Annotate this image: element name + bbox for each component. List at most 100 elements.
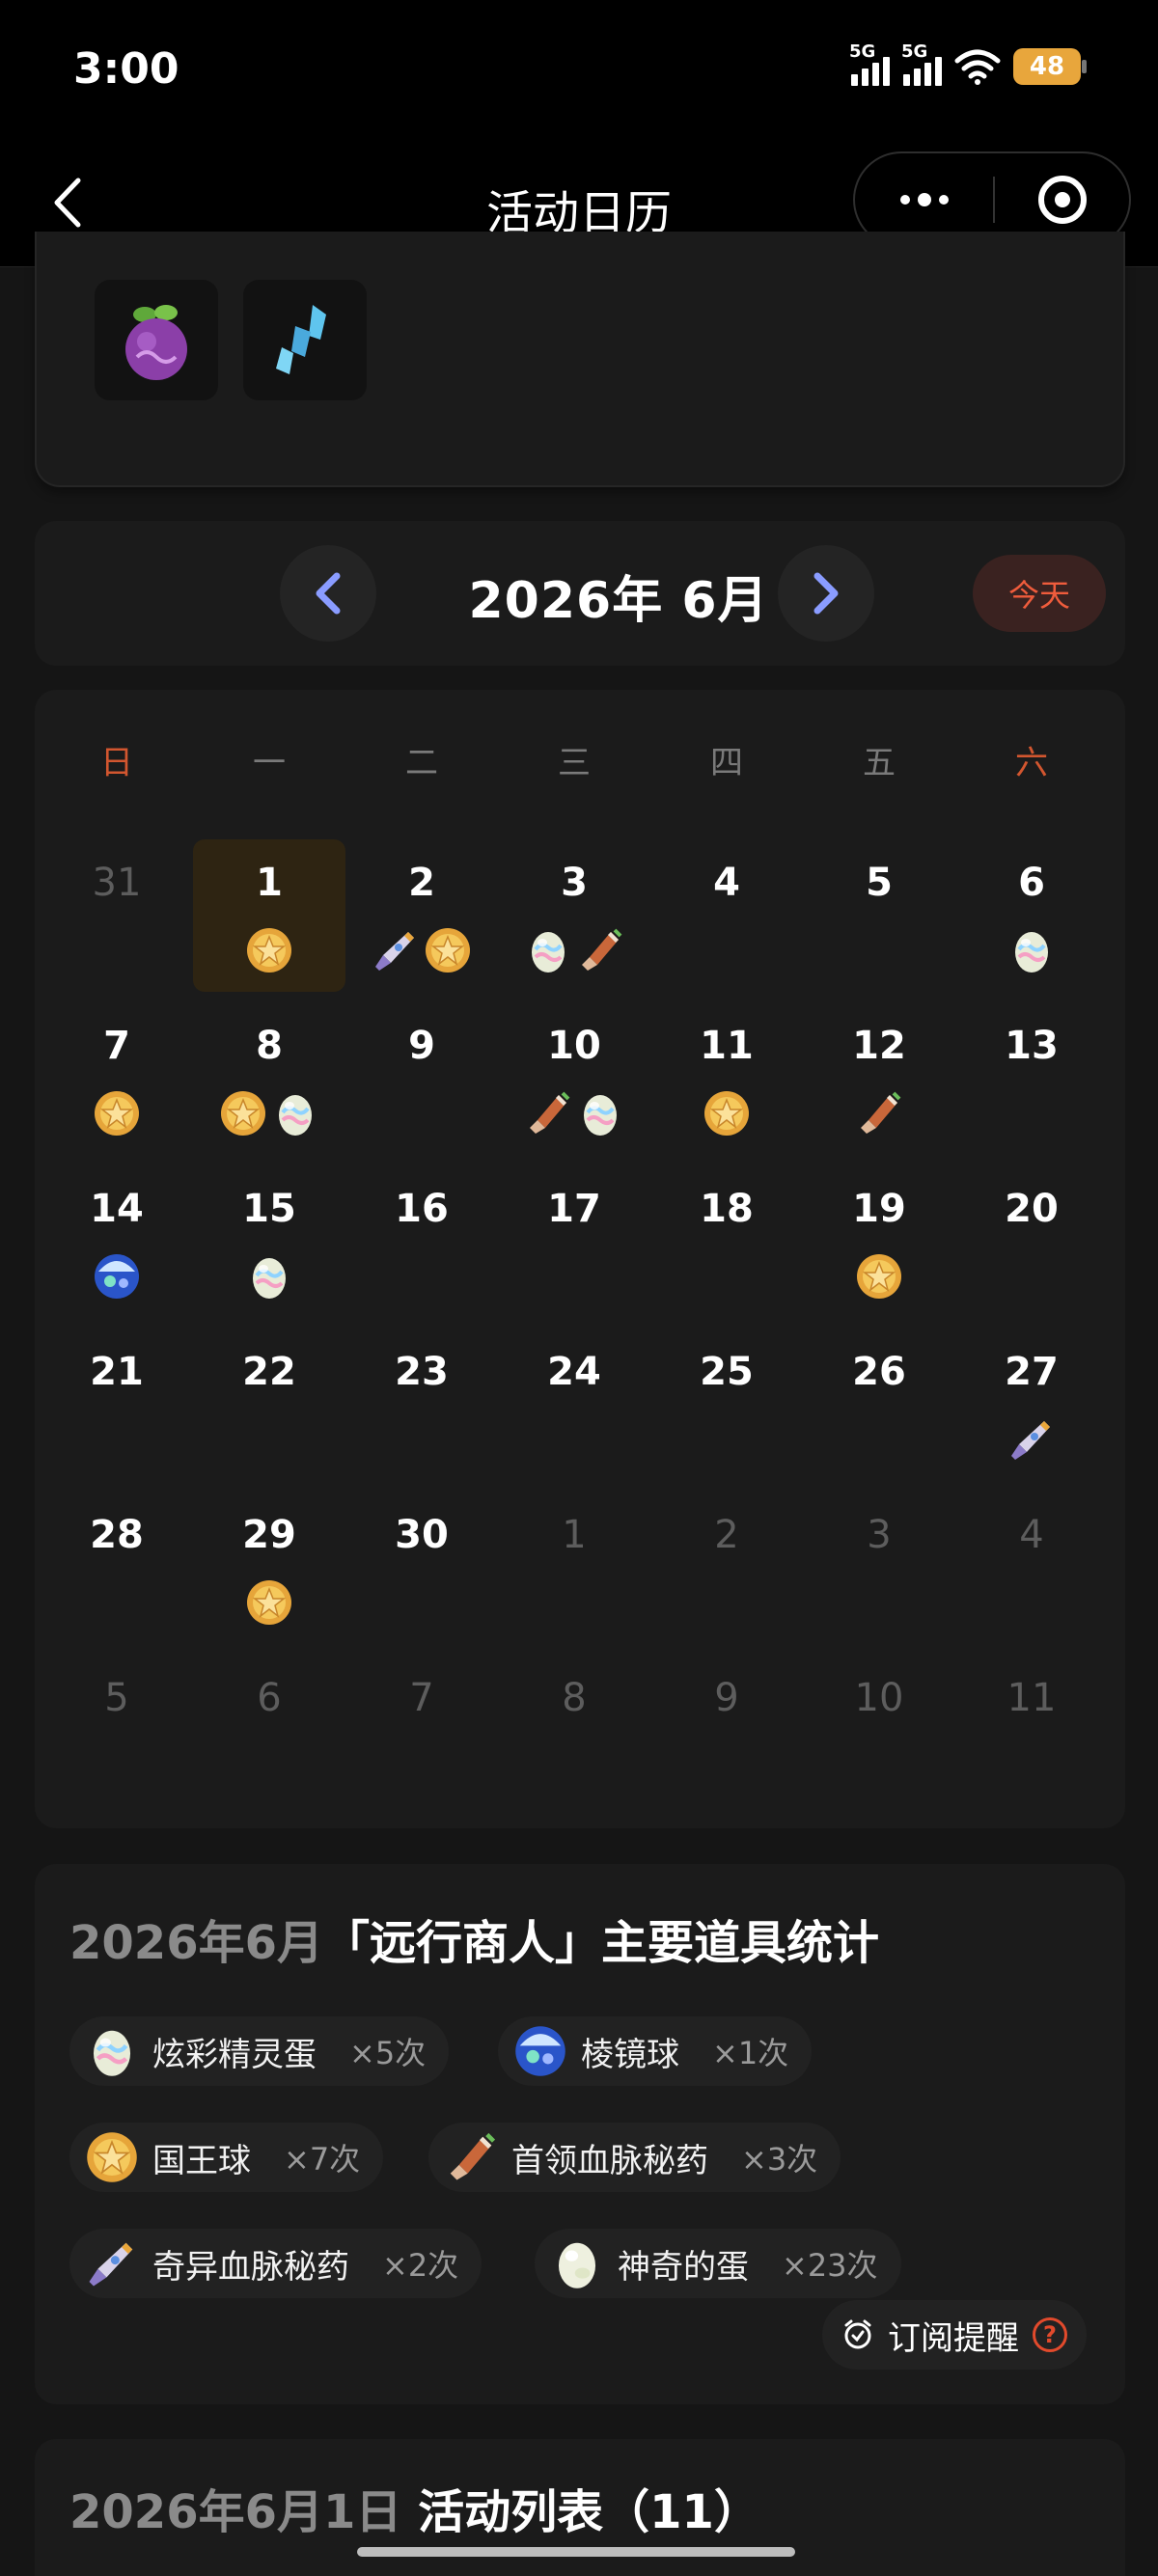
next-month-button[interactable] [778, 545, 874, 642]
item-name: 神奇的蛋 [618, 2247, 749, 2287]
calendar-day[interactable]: 5 [803, 839, 955, 992]
day-event-icons [498, 1089, 650, 1137]
potion-icon [582, 928, 622, 971]
subscribe-reminder-button[interactable]: 订阅提醒 ? [822, 2300, 1087, 2370]
calendar-day[interactable]: 20 [955, 1165, 1108, 1318]
stats-title-text: 「远行商人」主要道具统计 [323, 1916, 880, 1970]
calendar-day[interactable]: 26 [803, 1329, 955, 1481]
item-stat-chip[interactable]: 奇异血脉秘药 ×2次 [69, 2229, 482, 2298]
calendar-day-today[interactable]: 1 [193, 839, 345, 992]
calendar-day[interactable]: 7 [345, 1655, 498, 1807]
item-count: ×7次 [284, 2141, 361, 2178]
calendar-day[interactable]: 12 [803, 1002, 955, 1155]
today-button[interactable]: 今天 [973, 555, 1106, 632]
calendar-day[interactable]: 31 [41, 839, 193, 992]
home-indicator[interactable] [357, 2547, 795, 2557]
day-number: 18 [700, 1187, 754, 1231]
prev-month-button[interactable] [280, 545, 376, 642]
status-bar: 3:00 5G 5G 48 [0, 0, 1158, 140]
calendar-day[interactable]: 15 [193, 1165, 345, 1318]
gold-icon [95, 1091, 139, 1136]
day-number: 23 [395, 1350, 449, 1394]
calendar-day[interactable]: 7 [41, 1002, 193, 1155]
item-count: ×2次 [382, 2247, 459, 2284]
calendar-day[interactable]: 18 [650, 1165, 803, 1318]
chevron-right-icon [813, 572, 839, 615]
calendar-day[interactable]: 6 [193, 1655, 345, 1807]
calendar-day[interactable]: 14 [41, 1165, 193, 1318]
calendar-day[interactable]: 2 [345, 839, 498, 992]
item-stat-chip[interactable]: 首领血脉秘药 ×3次 [428, 2123, 841, 2192]
network-type-label: 5G [849, 41, 876, 62]
calendar-day[interactable]: 3 [803, 1492, 955, 1644]
day-number: 8 [256, 1024, 283, 1068]
day-number: 10 [854, 1676, 904, 1720]
item-stat-chip[interactable]: 神奇的蛋 ×23次 [535, 2229, 901, 2298]
calendar-day[interactable]: 6 [955, 839, 1108, 992]
calendar-day[interactable]: 24 [498, 1329, 650, 1481]
day-number: 3 [561, 861, 588, 905]
calendar-day[interactable]: 27 [955, 1329, 1108, 1481]
calendar-day[interactable]: 23 [345, 1329, 498, 1481]
help-icon[interactable]: ? [1033, 2317, 1067, 2352]
fruit-icon [125, 304, 187, 380]
calendar-day[interactable]: 28 [41, 1492, 193, 1644]
calendar-day[interactable]: 17 [498, 1165, 650, 1318]
calendar-day[interactable]: 16 [345, 1165, 498, 1318]
day-number: 24 [547, 1350, 601, 1394]
calendar-day[interactable]: 11 [955, 1655, 1108, 1807]
calendar-day[interactable]: 2 [650, 1492, 803, 1644]
status-indicators: 5G 5G 48 [849, 41, 1087, 91]
day-number: 19 [852, 1187, 906, 1231]
merchant-item-stats-card: 2026年6月「远行商人」主要道具统计 炫彩精灵蛋 ×5次 棱镜球 ×1次 国王球 ×7次… [35, 1864, 1125, 2404]
item-stat-chip[interactable]: 炫彩精灵蛋 ×5次 [69, 2016, 450, 2086]
day-number: 3 [867, 1513, 892, 1557]
calendar-day[interactable]: 22 [193, 1329, 345, 1481]
item-count: ×5次 [349, 2035, 427, 2071]
day-event-icons [955, 926, 1108, 974]
item-name: 国王球 [152, 2141, 251, 2180]
item-tile[interactable] [243, 280, 367, 400]
day-number: 5 [866, 861, 893, 905]
calendar-day[interactable]: 19 [803, 1165, 955, 1318]
item-stat-chip[interactable]: 棱镜球 ×1次 [498, 2016, 813, 2086]
calendar-day[interactable]: 4 [650, 839, 803, 992]
network-type-label-2: 5G [901, 41, 928, 62]
weekday-header: 一 [253, 744, 286, 782]
calendar-day[interactable]: 3 [498, 839, 650, 992]
day-number: 29 [242, 1513, 296, 1557]
item-tile[interactable] [95, 280, 218, 400]
calendar-day[interactable]: 5 [41, 1655, 193, 1807]
calendar-day[interactable]: 30 [345, 1492, 498, 1644]
calendar-day[interactable]: 21 [41, 1329, 193, 1481]
current-month-label: 2026年 6月 [468, 572, 769, 630]
day-number: 7 [103, 1024, 130, 1068]
item-stat-chip[interactable]: 国王球 ×7次 [69, 2123, 384, 2192]
calendar-day[interactable]: 8 [498, 1655, 650, 1807]
day-event-icons [193, 926, 345, 974]
calendar-day[interactable]: 8 [193, 1002, 345, 1155]
calendar-day[interactable]: 13 [955, 1002, 1108, 1155]
day-number: 9 [408, 1024, 435, 1068]
calendar-day[interactable]: 25 [650, 1329, 803, 1481]
calendar-day[interactable]: 9 [345, 1002, 498, 1155]
day-event-icons [41, 1089, 193, 1137]
day-number: 10 [547, 1024, 601, 1068]
calendar-day[interactable]: 10 [498, 1002, 650, 1155]
item-name: 棱镜球 [581, 2035, 679, 2074]
day-number: 25 [700, 1350, 754, 1394]
item-count: ×3次 [741, 2141, 818, 2178]
status-time: 3:00 [73, 44, 179, 94]
weekday-header: 五 [863, 744, 896, 782]
calendar-day[interactable]: 9 [650, 1655, 803, 1807]
calendar-day[interactable]: 11 [650, 1002, 803, 1155]
calendar-day[interactable]: 29 [193, 1492, 345, 1644]
day-number: 6 [1018, 861, 1045, 905]
target-icon [1037, 176, 1087, 224]
calendar-day[interactable]: 1 [498, 1492, 650, 1644]
calendar-day[interactable]: 4 [955, 1492, 1108, 1644]
day-number: 21 [90, 1350, 144, 1394]
day-event-icons [193, 1089, 345, 1137]
day-event-icons [41, 1252, 193, 1301]
calendar-day[interactable]: 10 [803, 1655, 955, 1807]
